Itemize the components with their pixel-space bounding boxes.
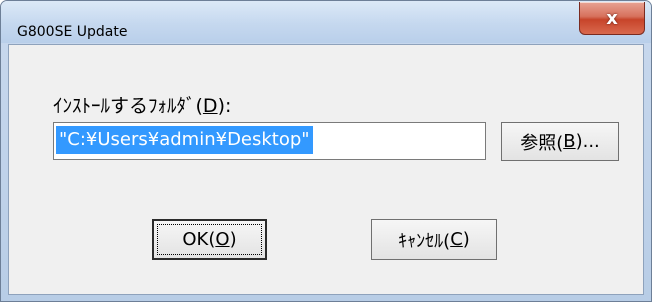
close-button[interactable]: x — [579, 2, 645, 35]
cancel-label-prefix: ｷｬﾝｾﾙ( — [398, 230, 451, 252]
install-folder-label-prefix: ｲﾝｽﾄｰﾙするﾌｫﾙﾀﾞ( — [53, 95, 203, 117]
browse-button[interactable]: 参照(B)... — [501, 122, 619, 161]
install-folder-label-accel: D — [202, 95, 218, 117]
browse-label-prefix: 参照( — [520, 132, 564, 154]
install-folder-label-suffix: ): — [217, 95, 232, 117]
cancel-label-accel: C — [450, 229, 463, 250]
cancel-button[interactable]: ｷｬﾝｾﾙ(C) — [371, 219, 497, 260]
dialog-window: G800SE Update x ｲﾝｽﾄｰﾙするﾌｫﾙﾀﾞ(D): "C:¥Us… — [0, 0, 652, 302]
ok-button[interactable]: OK(O) — [152, 219, 267, 260]
title-bar[interactable]: G800SE Update x — [1, 1, 651, 43]
window-title: G800SE Update — [17, 24, 128, 40]
cancel-label-suffix: ) — [462, 229, 470, 250]
install-folder-input[interactable]: "C:¥Users¥admin¥Desktop" — [53, 122, 486, 160]
install-folder-label: ｲﾝｽﾄｰﾙするﾌｫﾙﾀﾞ(D): — [53, 91, 231, 118]
ok-focus-rect — [157, 224, 262, 255]
dialog-body: ｲﾝｽﾄｰﾙするﾌｫﾙﾀﾞ(D): "C:¥Users¥admin¥Deskto… — [8, 44, 644, 295]
install-folder-value: "C:¥Users¥admin¥Desktop" — [56, 126, 313, 154]
browse-label-accel: B — [563, 131, 576, 152]
browse-label-suffix: )... — [575, 131, 600, 152]
close-icon: x — [606, 7, 618, 29]
